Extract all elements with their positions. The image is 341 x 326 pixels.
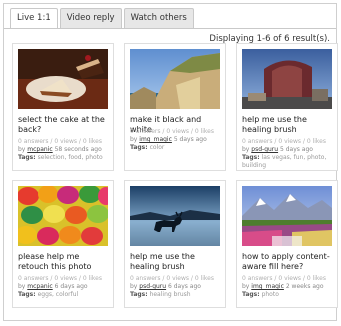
tags-label: Tags:: [130, 144, 148, 151]
timestamp: 6 days ago: [54, 283, 88, 290]
timestamp: 5 days ago: [173, 136, 207, 143]
thumbnail-hotel[interactable]: [242, 49, 332, 109]
tags-list: eggs, colorful: [37, 291, 79, 298]
thumbnail-eggs[interactable]: [18, 186, 108, 246]
question-card: please help me retouch this photo 0 answ…: [12, 180, 114, 308]
tab-video-reply[interactable]: Video reply: [59, 8, 122, 28]
thumbnail-moose[interactable]: [130, 186, 220, 246]
author-link[interactable]: psd-guru: [251, 146, 278, 153]
tags-label: Tags:: [18, 291, 36, 298]
thumbnail-cliffs[interactable]: [130, 49, 220, 109]
author-link[interactable]: mcpanic: [27, 283, 52, 290]
author-link[interactable]: img_magic: [139, 136, 172, 143]
tags-label: Tags:: [130, 291, 148, 298]
author-link[interactable]: psd-guru: [139, 283, 166, 290]
by-label: by: [130, 283, 138, 290]
author-link[interactable]: mcpanic: [27, 146, 52, 153]
thumbnail-flowers[interactable]: [242, 186, 332, 246]
question-title[interactable]: how to apply content-aware fill here?: [242, 252, 336, 272]
question-title[interactable]: please help me retouch this photo: [18, 252, 112, 272]
tab-watch-others[interactable]: Watch others: [123, 8, 194, 28]
question-card: help me use the healing brush 0 answers …: [236, 43, 338, 171]
question-card: select the cake at the back? 0 answers /…: [12, 43, 114, 171]
timestamp: 2 weeks ago: [285, 283, 324, 290]
question-stats: 0 answers / 0 views / 0 likes: [18, 275, 102, 282]
question-grid: select the cake at the back? 0 answers /…: [12, 43, 338, 308]
question-title[interactable]: select the cake at the back?: [18, 115, 112, 135]
timestamp: 6 days ago: [168, 283, 201, 290]
timestamp: 5 days ago: [280, 146, 313, 153]
by-label: by: [242, 283, 250, 290]
tags-list: color: [149, 144, 165, 151]
tab-bar: Live 1:1 Video reply Watch others: [10, 8, 194, 29]
question-stats: 0 answers / 0 views / 0 likes: [130, 275, 214, 282]
question-title[interactable]: help me use the healing brush: [242, 115, 336, 135]
tags-list: selection, food, photo: [37, 154, 103, 161]
tags-list: photo: [261, 291, 279, 298]
tags-label: Tags:: [18, 154, 36, 161]
question-stats: 0 answers / 0 views / 0 likes: [18, 138, 102, 145]
question-stats: 0 answers / 0 views / 0 likes: [242, 138, 326, 145]
question-card: how to apply content-aware fill here? 0 …: [236, 180, 338, 308]
question-stats: 0 answers / 0 views / 0 likes: [130, 128, 214, 135]
tab-live-1-1[interactable]: Live 1:1: [10, 8, 58, 29]
by-label: by: [242, 146, 250, 153]
tags-list: healing brush: [149, 291, 191, 298]
thumbnail-cake[interactable]: [18, 49, 108, 109]
question-title[interactable]: help me use the healing brush: [130, 252, 224, 272]
question-stats: 0 answers / 0 views / 0 likes: [242, 275, 326, 282]
by-label: by: [130, 136, 138, 143]
by-label: by: [18, 283, 26, 290]
tags-label: Tags:: [242, 291, 260, 298]
timestamp: 58 seconds ago: [54, 146, 102, 153]
question-card: make it black and white 0 answers / 0 vi…: [124, 43, 226, 171]
question-card: help me use the healing brush 0 answers …: [124, 180, 226, 308]
by-label: by: [18, 146, 26, 153]
tags-label: Tags:: [242, 154, 260, 161]
author-link[interactable]: img_magic: [251, 283, 284, 290]
tab-divider: [4, 28, 336, 29]
